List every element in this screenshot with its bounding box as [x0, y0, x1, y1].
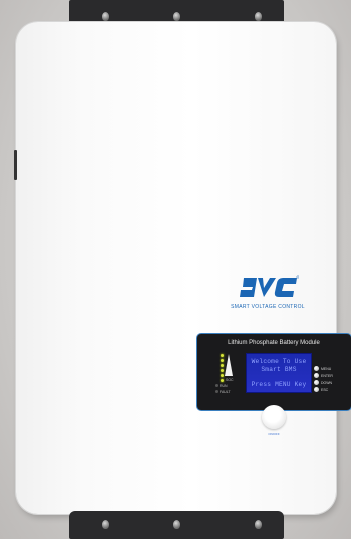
bolt-icon — [173, 12, 180, 21]
soc-label: SOC — [226, 378, 234, 382]
menu-button[interactable] — [314, 366, 319, 371]
enter-label: ENTER — [321, 374, 333, 378]
enter-button[interactable] — [314, 373, 319, 378]
bolt-icon — [173, 520, 180, 529]
panel-title: Lithium Phosphate Battery Module — [228, 340, 320, 346]
esc-button[interactable] — [314, 387, 319, 392]
power-button[interactable] — [262, 405, 286, 429]
soc-led — [221, 364, 224, 367]
bolt-icon — [255, 12, 262, 21]
bolt-icon — [255, 520, 262, 529]
soc-led — [221, 359, 224, 362]
bolt-icon — [102, 520, 109, 529]
soc-led — [221, 379, 224, 382]
power-label: ON/OFF — [268, 432, 280, 436]
fault-led — [215, 390, 218, 393]
lcd-line-3: Press MENU Key — [251, 381, 307, 388]
battery-cabinet — [16, 22, 336, 514]
lcd-line-1: Welcome To Use — [251, 358, 307, 365]
product-photo: SMART VOLTAGE CONTROL Lithium Phosphate … — [0, 0, 351, 539]
run-label: RUN — [220, 384, 228, 388]
brand-logo: SMART VOLTAGE CONTROL — [225, 275, 311, 315]
bottom-mounting-bracket — [69, 511, 284, 539]
soc-led — [221, 354, 224, 357]
down-label: DOWN — [321, 381, 333, 385]
soc-gauge — [225, 354, 233, 376]
menu-label: MENU — [321, 367, 332, 371]
lcd-line-2: Smart BMS — [261, 366, 297, 373]
lcd-screen: Welcome To Use Smart BMS Press MENU Key — [246, 353, 312, 393]
bolt-icon — [102, 12, 109, 21]
soc-led — [221, 369, 224, 372]
fault-label: FAULT — [220, 390, 231, 394]
run-led — [215, 384, 218, 387]
soc-led — [221, 374, 224, 377]
esc-label: ESC — [321, 388, 329, 392]
side-handle — [14, 150, 17, 180]
svc-logo-icon — [240, 275, 299, 297]
brand-tagline: SMART VOLTAGE CONTROL — [231, 304, 305, 310]
down-button[interactable] — [314, 380, 319, 385]
